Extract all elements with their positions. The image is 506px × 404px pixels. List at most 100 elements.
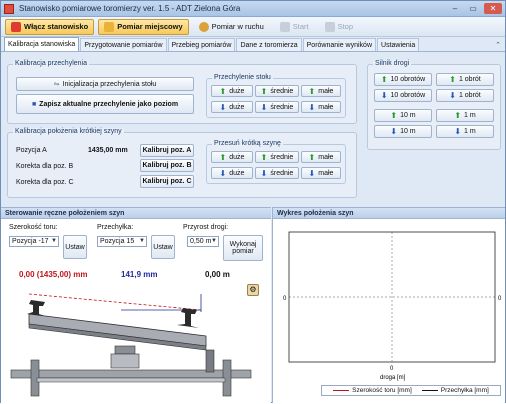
rail-calibration-group: Kalibracja położenia krótkiej szyny Pozy… [7, 128, 357, 198]
motor-down-10-turns-label: 10 obrotów [390, 92, 426, 99]
shift-up-medium-label: średnie [270, 153, 294, 161]
tilt-down-small-button[interactable]: ⬇ małe [301, 101, 341, 113]
tilt-up-small-button[interactable]: ⬆ małe [301, 85, 341, 97]
arrow-up-icon: ⬆ [308, 86, 316, 96]
power-on-label: Włącz stanowisko [24, 22, 89, 31]
shift-up-medium-button[interactable]: ⬆ średnie [255, 151, 299, 163]
level-icon: ⇋ [53, 81, 60, 88]
take-measurement-line1: Wykonaj [229, 241, 257, 248]
motor-up-10-turns-button[interactable]: ⬆ 10 obrotów [374, 73, 432, 86]
start-button[interactable]: Start [274, 19, 315, 35]
stop-icon [324, 21, 335, 32]
cant-label: Przechyłka: [97, 224, 134, 231]
correction-c-label: Korekta dla poz. C [16, 179, 74, 186]
app-icon [4, 4, 14, 14]
chevron-down-icon: ▼ [139, 238, 145, 244]
legend-line-cant [421, 390, 438, 391]
distance-increment-label: Przyrost drogi: [183, 224, 229, 231]
arrow-down-icon: ⬇ [260, 102, 268, 112]
tilt-down-large-button[interactable]: ⬇ duże [211, 101, 253, 113]
tilt-down-medium-button[interactable]: ⬇ średnie [255, 101, 299, 113]
motion-icon [198, 21, 209, 32]
tab-settings[interactable]: Ustawienia [377, 38, 420, 51]
shift-down-medium-button[interactable]: ⬇ średnie [255, 167, 299, 179]
init-tilt-button[interactable]: ⇋ Inicjalizacja przechylenia stołu [16, 77, 194, 91]
power-on-button[interactable]: Włącz stanowisko [5, 18, 95, 35]
tab-progress[interactable]: Przebieg pomiarów [167, 38, 236, 51]
cant-select[interactable]: Pozycja 15 ▼ [97, 236, 147, 247]
calibrate-b-button[interactable]: Kalibruj poz. B [140, 159, 194, 172]
shift-up-small-label: małe [318, 153, 334, 161]
motor-down-10-turns-button[interactable]: ⬇ 10 obrotów [374, 89, 432, 102]
close-button[interactable]: ✕ [484, 3, 502, 14]
motor-down-1-turn-button[interactable]: ⬇ 1 obrót [436, 89, 494, 102]
shift-down-large-label: duże [229, 169, 245, 177]
tilt-calibration-title: Kalibracja przechylenia [13, 60, 89, 67]
position-a-value: 1435,00 mm [88, 147, 128, 154]
save-tilt-button[interactable]: ■ Zapisz aktualne przechylenie jako pozi… [16, 94, 194, 114]
shift-up-small-button[interactable]: ⬆ małe [301, 151, 341, 163]
tilt-calibration-group: Kalibracja przechylenia ⇋ Inicjalizacja … [7, 60, 357, 124]
shift-rail-title: Przesuń krótką szynę [212, 140, 283, 147]
legend-label-cant: Przechyłka [mm] [440, 387, 489, 394]
motor-up-1-turn-button[interactable]: ⬆ 1 obrót [436, 73, 494, 86]
motor-down-1m-button[interactable]: ⬇ 1 m [436, 125, 494, 138]
tilt-up-large-label: duże [229, 87, 245, 95]
shift-down-small-label: małe [318, 169, 334, 177]
legend-line-track-width [333, 390, 350, 391]
tab-comparison[interactable]: Porównanie wyników [302, 38, 377, 51]
motor-up-1m-button[interactable]: ⬆ 1 m [436, 109, 494, 122]
motor-group: Silnik drogi ⬆ 10 obrotów ⬆ 1 obrót ⬇ 10 ob… [367, 60, 501, 150]
tilt-up-medium-label: średnie [270, 87, 294, 95]
shift-down-large-button[interactable]: ⬇ duże [211, 167, 253, 179]
minimize-button[interactable]: – [448, 3, 462, 14]
position-a-label: Pozycja A [16, 147, 47, 154]
local-measure-button[interactable]: Pomiar miejscowy [98, 18, 189, 35]
arrow-up-icon: ⬆ [449, 75, 456, 84]
maximize-button[interactable]: ▭ [466, 3, 480, 14]
tilt-up-medium-button[interactable]: ⬆ średnie [255, 85, 299, 97]
arrow-up-icon: ⬆ [454, 111, 462, 120]
motor-up-1-turn-label: 1 obrót [458, 76, 481, 83]
track-width-value: Pozycja -17 [12, 238, 49, 245]
chart-legend: Szerokość toru [mm] Przechyłka [mm] [321, 385, 501, 396]
shift-down-small-button[interactable]: ⬇ małe [301, 167, 341, 179]
motor-up-10-turns-label: 10 obrotów [390, 76, 426, 83]
app-window: Stanowisko pomiarowe toromierzy ver. 1.5… [0, 0, 506, 403]
tab-bar: Kalibracja stanowiska Przygotowanie pomi… [1, 37, 505, 52]
arrow-up-icon: ⬆ [260, 152, 268, 162]
calibration-panel: Kalibracja przechylenia ⇋ Inicjalizacja … [1, 52, 505, 206]
motor-up-1m-label: 1 m [464, 112, 476, 119]
calibrate-a-button[interactable]: Kalibruj poz. A [140, 144, 194, 157]
motion-measure-button[interactable]: Pomiar w ruchu [193, 19, 270, 35]
chart-y-tick-right: 0 [498, 296, 502, 302]
calibrate-c-button[interactable]: Kalibruj poz. C [140, 175, 194, 188]
legend-label-track-width: Szerokość toru [mm] [352, 387, 412, 394]
tab-gauge-data[interactable]: Dane z toromierza [236, 38, 302, 51]
table-tilt-group: Przechylenie stołu ⬆ duże ⬆ średnie ⬆ małe … [206, 74, 346, 118]
take-measurement-button[interactable]: Wykonaj pomiar [223, 235, 263, 261]
motor-down-1m-label: 1 m [464, 128, 476, 135]
set-width-button[interactable]: Ustaw [63, 235, 87, 259]
tab-calibration[interactable]: Kalibracja stanowiska [4, 37, 80, 51]
tilt-up-large-button[interactable]: ⬆ duże [211, 85, 253, 97]
motor-up-10m-label: 10 m [400, 112, 416, 119]
arrow-down-icon: ⬇ [454, 127, 462, 136]
tab-preparation[interactable]: Przygotowanie pomiarów [80, 38, 167, 51]
arrow-down-icon: ⬇ [219, 168, 227, 178]
motor-down-10m-button[interactable]: ⬇ 10 m [374, 125, 432, 138]
rail-calibration-title: Kalibracja położenia krótkiej szyny [13, 128, 124, 135]
chevron-down-icon: ▼ [51, 238, 57, 244]
distance-increment-select[interactable]: 0,50 m ▼ [187, 236, 219, 247]
track-width-select[interactable]: Pozycja -17 ▼ [9, 236, 59, 247]
motor-up-10m-button[interactable]: ⬆ 10 m [374, 109, 432, 122]
chart-x-label: droga [m] [380, 375, 406, 381]
set-cant-button[interactable]: Ustaw [151, 235, 175, 259]
collapse-ribbon-icon[interactable]: ⌃ [495, 41, 501, 49]
main-toolbar: Włącz stanowisko Pomiar miejscowy Pomiar… [1, 17, 505, 37]
rail-stand-diagram [10, 293, 252, 397]
tilt-down-medium-label: średnie [270, 103, 294, 111]
correction-b-label: Korekta dla poz. B [16, 163, 74, 170]
stop-button[interactable]: Stop [319, 19, 359, 35]
shift-up-large-button[interactable]: ⬆ duże [211, 151, 253, 163]
